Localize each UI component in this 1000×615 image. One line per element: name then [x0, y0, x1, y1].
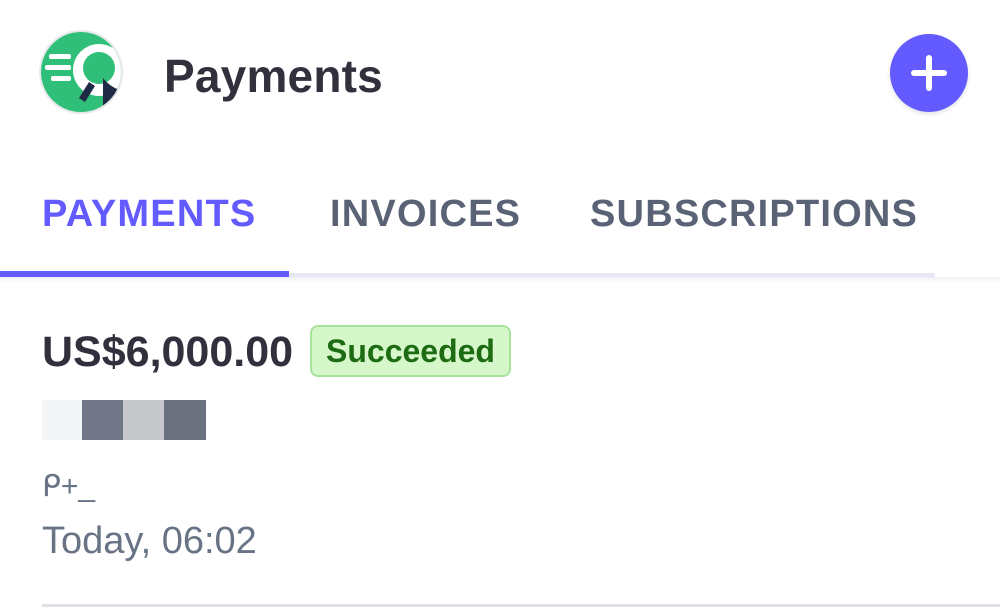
payment-timestamp: Today, 06:02	[42, 520, 257, 562]
tab-bar: PAYMENTS INVOICES SUBSCRIPTIONS	[0, 160, 1000, 278]
tab-subscriptions[interactable]: SUBSCRIPTIONS	[590, 190, 918, 238]
page-title: Payments	[164, 50, 383, 102]
tab-invoices[interactable]: INVOICES	[330, 190, 521, 238]
payment-method-text: ᑭ+_	[42, 470, 96, 503]
add-payment-button[interactable]	[890, 34, 968, 112]
plus-icon	[911, 55, 947, 91]
tab-payments[interactable]: PAYMENTS	[42, 190, 256, 238]
header-shadow	[0, 277, 1000, 282]
payments-screen: Payments PAYMENTS INVOICES SUBSCRIPTIONS…	[0, 0, 1000, 615]
list-divider	[42, 604, 1000, 607]
status-badge: Succeeded	[310, 325, 511, 377]
avatar[interactable]	[41, 32, 121, 112]
payment-amount: US$6,000.00	[42, 328, 294, 376]
business-logo-icon	[41, 32, 121, 112]
app-header: Payments	[0, 0, 1000, 150]
redacted-customer-name	[42, 400, 206, 440]
list-item[interactable]: US$6,000.00 Succeeded ᑭ+_ Today, 06:02	[0, 300, 1000, 610]
